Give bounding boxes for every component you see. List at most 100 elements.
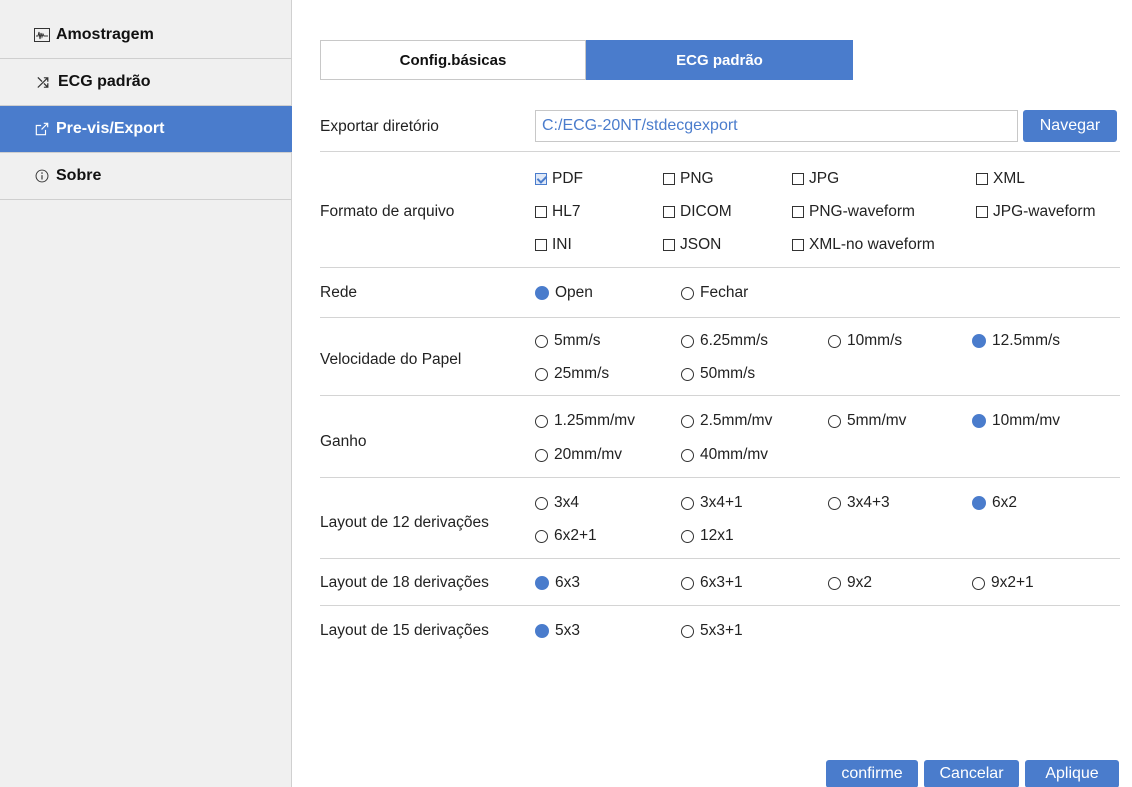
- format-option-png-waveform[interactable]: PNG-waveform: [792, 203, 915, 221]
- checkbox-icon[interactable]: [535, 239, 547, 251]
- radio-icon[interactable]: [535, 367, 548, 381]
- checkbox-icon[interactable]: [663, 239, 675, 251]
- confirm-button[interactable]: confirme: [826, 760, 918, 787]
- format-option-ini[interactable]: INI: [535, 236, 572, 254]
- layout12-option-12x1[interactable]: 12x1: [681, 527, 734, 545]
- checkbox-icon[interactable]: [976, 206, 988, 218]
- radio-selected-icon[interactable]: [972, 334, 986, 348]
- layout18-option-6x3-1[interactable]: 6x3+1: [681, 574, 743, 592]
- radio-selected-icon[interactable]: [972, 414, 986, 428]
- checkbox-icon[interactable]: [535, 206, 547, 218]
- speed-option-10[interactable]: 10mm/s: [828, 332, 902, 350]
- radio-label: 5x3: [555, 622, 580, 639]
- layout12-option-6x2[interactable]: 6x2: [972, 494, 1017, 512]
- top-strip: [292, 0, 1132, 12]
- checkbox-icon[interactable]: [663, 173, 675, 185]
- export-dir-input[interactable]: C:/ECG-20NT/stdecgexport: [535, 110, 1018, 142]
- radio-icon[interactable]: [535, 529, 548, 543]
- format-option-label: PDF: [552, 170, 583, 187]
- checkbox-icon[interactable]: [976, 173, 988, 185]
- radio-icon[interactable]: [681, 334, 694, 348]
- sidebar-item-amostragem[interactable]: Amostragem: [0, 12, 292, 59]
- radio-icon[interactable]: [828, 414, 841, 428]
- gain-option-1-25[interactable]: 1.25mm/mv: [535, 412, 635, 430]
- sidebar-item-pre-vis-export[interactable]: Pre-vis/Export: [0, 106, 292, 153]
- layout18-option-6x3[interactable]: 6x3: [535, 574, 580, 592]
- speed-option-5[interactable]: 5mm/s: [535, 332, 601, 350]
- format-option-json[interactable]: JSON: [663, 236, 721, 254]
- radio-label: 3x4: [554, 494, 579, 511]
- radio-label: Open: [555, 284, 593, 301]
- checkbox-icon[interactable]: [663, 206, 675, 218]
- gain-option-2-5[interactable]: 2.5mm/mv: [681, 412, 772, 430]
- checkbox-icon[interactable]: [792, 206, 804, 218]
- radio-icon[interactable]: [681, 529, 694, 543]
- checkbox-checked-icon[interactable]: [535, 173, 547, 185]
- format-option-label: JPG: [809, 170, 840, 187]
- radio-icon[interactable]: [828, 576, 841, 590]
- speed-option-50[interactable]: 50mm/s: [681, 365, 755, 383]
- sidebar-item-sobre[interactable]: Sobre: [0, 153, 292, 200]
- main-panel: Config.básicas ECG padrão Exportar diret…: [292, 12, 1132, 787]
- tab-ecg-padrao[interactable]: ECG padrão: [586, 40, 853, 80]
- layout12-row: Layout de 12 derivações 3x4 3x4+1 3x4+3 …: [320, 478, 1120, 559]
- radio-icon[interactable]: [535, 448, 548, 462]
- network-option-open[interactable]: Open: [535, 284, 593, 302]
- radio-icon[interactable]: [828, 496, 841, 510]
- network-option-fechar[interactable]: Fechar: [681, 284, 748, 302]
- radio-icon[interactable]: [535, 496, 548, 510]
- radio-icon[interactable]: [681, 448, 694, 462]
- checkbox-icon[interactable]: [792, 239, 804, 251]
- radio-icon[interactable]: [681, 576, 694, 590]
- radio-icon[interactable]: [535, 334, 548, 348]
- speed-option-25[interactable]: 25mm/s: [535, 365, 609, 383]
- layout15-option-5x3[interactable]: 5x3: [535, 622, 580, 640]
- radio-selected-icon[interactable]: [972, 496, 986, 510]
- layout15-option-5x3-1[interactable]: 5x3+1: [681, 622, 743, 640]
- radio-icon[interactable]: [681, 414, 694, 428]
- layout12-option-3x4[interactable]: 3x4: [535, 494, 579, 512]
- radio-icon[interactable]: [681, 367, 694, 381]
- radio-label: 9x2+1: [991, 574, 1034, 591]
- layout18-option-9x2-1[interactable]: 9x2+1: [972, 574, 1034, 592]
- format-option-jpg-waveform[interactable]: JPG-waveform: [976, 203, 1096, 221]
- radio-selected-icon[interactable]: [535, 286, 549, 300]
- apply-button[interactable]: Aplique: [1025, 760, 1119, 787]
- speed-option-12-5[interactable]: 12.5mm/s: [972, 332, 1060, 350]
- layout15-row: Layout de 15 derivações 5x3 5x3+1: [320, 606, 1120, 652]
- radio-selected-icon[interactable]: [535, 624, 549, 638]
- radio-icon[interactable]: [681, 496, 694, 510]
- radio-icon[interactable]: [681, 624, 694, 638]
- layout12-option-3x4-3[interactable]: 3x4+3: [828, 494, 890, 512]
- paper-speed-row: Velocidade do Papel 5mm/s 6.25mm/s 10mm/…: [320, 318, 1120, 396]
- layout18-option-9x2[interactable]: 9x2: [828, 574, 872, 592]
- format-option-png[interactable]: PNG: [663, 170, 714, 188]
- layout12-option-6x2-1[interactable]: 6x2+1: [535, 527, 597, 545]
- gain-option-40[interactable]: 40mm/mv: [681, 446, 768, 464]
- format-option-pdf[interactable]: PDF: [535, 170, 583, 188]
- browse-button[interactable]: Navegar: [1023, 110, 1117, 142]
- radio-icon[interactable]: [535, 414, 548, 428]
- gain-option-5[interactable]: 5mm/mv: [828, 412, 906, 430]
- radio-selected-icon[interactable]: [535, 576, 549, 590]
- format-option-xml[interactable]: XML: [976, 170, 1025, 188]
- gain-option-20[interactable]: 20mm/mv: [535, 446, 622, 464]
- cancel-button[interactable]: Cancelar: [924, 760, 1019, 787]
- tab-config-basicas[interactable]: Config.básicas: [320, 40, 586, 80]
- format-option-hl7[interactable]: HL7: [535, 203, 580, 221]
- layout12-option-3x4-1[interactable]: 3x4+1: [681, 494, 743, 512]
- speed-option-6-25[interactable]: 6.25mm/s: [681, 332, 768, 350]
- layout18-row: Layout de 18 derivações 6x3 6x3+1 9x2 9x…: [320, 559, 1120, 606]
- radio-icon[interactable]: [828, 334, 841, 348]
- format-option-jpg[interactable]: JPG: [792, 170, 839, 188]
- checkbox-icon[interactable]: [792, 173, 804, 185]
- radio-label: 5mm/s: [554, 332, 601, 349]
- format-option-dicom[interactable]: DICOM: [663, 203, 732, 221]
- sidebar-item-ecg-padrao[interactable]: ⤮ ECG padrão: [0, 59, 292, 106]
- gain-option-10[interactable]: 10mm/mv: [972, 412, 1060, 430]
- radio-icon[interactable]: [972, 576, 985, 590]
- radio-label: 10mm/mv: [992, 412, 1061, 429]
- radio-icon[interactable]: [681, 286, 694, 300]
- format-option-xml-no-waveform[interactable]: XML-no waveform: [792, 236, 935, 254]
- format-option-label: XML: [993, 170, 1025, 187]
